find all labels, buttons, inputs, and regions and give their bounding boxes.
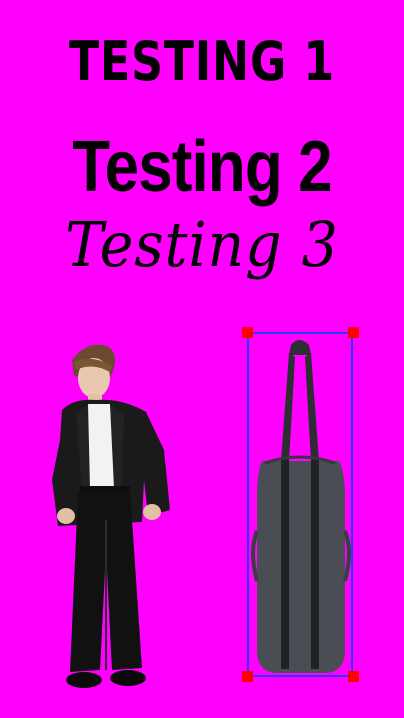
resize-handle-top-right[interactable] (348, 327, 359, 338)
text-layer-testing-1[interactable]: TESTING 1 (36, 30, 367, 93)
bag-image[interactable] (245, 331, 355, 677)
design-canvas[interactable]: TESTING 1 Testing 2 Testing 3 (0, 0, 404, 718)
text-layer-testing-3[interactable]: Testing 3 (16, 208, 388, 281)
resize-handle-top-left[interactable] (242, 327, 253, 338)
resize-handle-bottom-left[interactable] (242, 671, 253, 682)
resize-handle-bottom-right[interactable] (348, 671, 359, 682)
person-image[interactable] (52, 340, 192, 692)
text-layer-testing-2[interactable]: Testing 2 (28, 126, 375, 208)
